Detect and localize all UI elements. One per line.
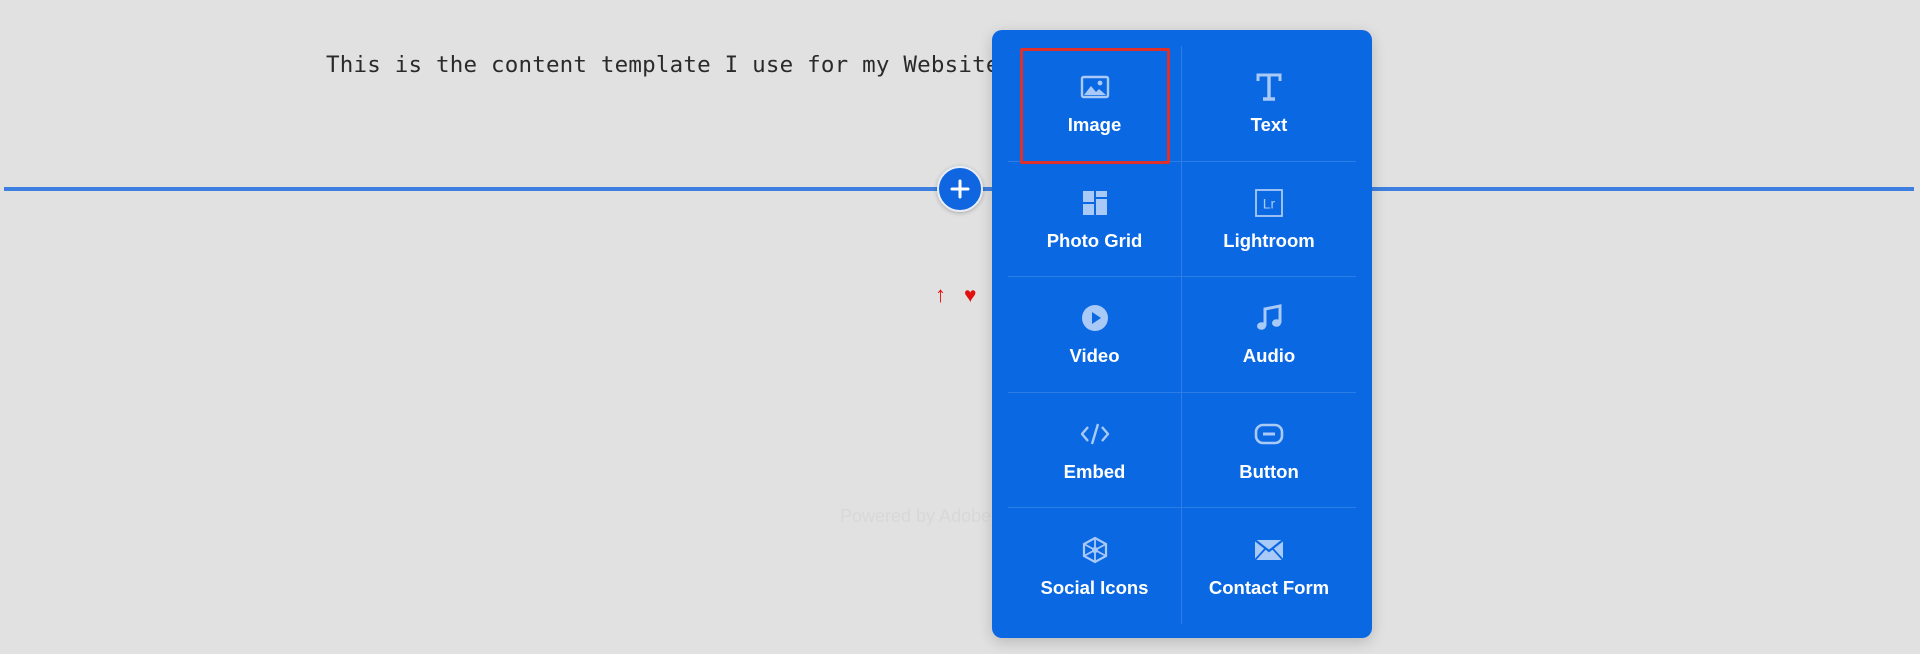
powered-by-footer[interactable]: Powered by Adobe [840,506,991,527]
image-icon [1080,70,1110,104]
menu-item-text[interactable]: Text [1182,46,1356,162]
menu-item-contact-form[interactable]: Contact Form [1182,508,1356,624]
add-block-button[interactable] [937,166,983,212]
editor-canvas: This is the content template I use for m… [0,0,1920,654]
template-text: This is the content template I use for m… [326,52,1014,78]
menu-item-image[interactable]: Image [1008,46,1182,164]
svg-text:Lr: Lr [1263,195,1276,211]
block-options-grid: Image Text Photo Grid Lr Lightroom Video… [1008,46,1356,624]
menu-item-label: Video [1069,345,1120,367]
add-block-menu: Image Text Photo Grid Lr Lightroom Video… [992,30,1372,638]
arrow-marker: ↑ [935,282,946,307]
menu-item-label: Button [1239,460,1299,482]
menu-item-photo-grid[interactable]: Photo Grid [1008,161,1182,277]
social-icons-icon [1080,533,1110,567]
menu-item-social-icons[interactable]: Social Icons [1008,508,1182,624]
heart-marker: ♥ [964,284,977,307]
photo-grid-icon [1081,186,1109,220]
menu-item-label: Audio [1242,345,1296,367]
embed-icon [1079,417,1111,451]
menu-item-label: Image [1067,114,1122,136]
menu-item-label: Contact Form [1208,576,1330,598]
text-icon [1255,70,1283,104]
menu-item-label: Social Icons [1040,576,1149,598]
video-icon [1080,301,1110,335]
menu-item-label: Photo Grid [1046,229,1143,251]
lightroom-icon: Lr [1254,186,1284,220]
menu-item-audio[interactable]: Audio [1182,277,1356,393]
menu-item-video[interactable]: Video [1008,277,1182,393]
contact-form-icon [1253,533,1285,567]
plus-icon [950,179,970,199]
menu-item-button[interactable]: Button [1182,393,1356,508]
menu-item-lightroom[interactable]: Lr Lightroom [1182,162,1356,277]
audio-icon [1254,301,1284,335]
menu-item-label: Text [1250,114,1288,136]
button-icon [1253,417,1285,451]
menu-item-label: Lightroom [1223,229,1315,251]
menu-item-label: Embed [1063,460,1126,482]
menu-item-embed[interactable]: Embed [1008,392,1182,508]
